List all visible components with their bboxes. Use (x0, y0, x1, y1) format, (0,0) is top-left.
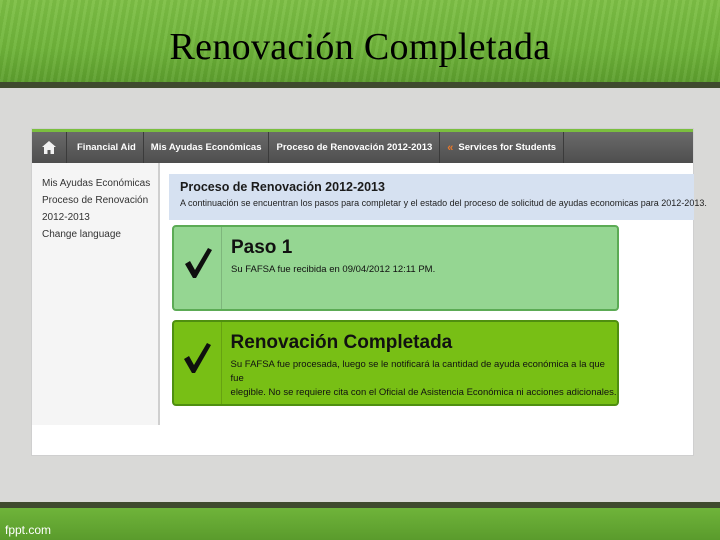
sidebar-item-mis-ayudas[interactable]: Mis Ayudas Económicas (42, 175, 158, 192)
screenshot-frame: Financial Aid Mis Ayudas Económicas Proc… (31, 128, 707, 456)
nav-item-label: Services for Students (458, 142, 557, 153)
top-navbar: Financial Aid Mis Ayudas Económicas Proc… (32, 129, 693, 163)
step-text-line: elegible. No se requiere cita con el Ofi… (230, 387, 617, 398)
step-title: Paso 1 (231, 237, 293, 258)
slide-title-band: Renovación Completada (0, 0, 720, 88)
nav-item-financial-aid[interactable]: Financial Aid (67, 132, 144, 163)
nav-item-services-for-students[interactable]: « Services for Students (440, 132, 565, 163)
page-title: Proceso de Renovación 2012-2013 (180, 180, 385, 194)
double-chevron-left-icon: « (447, 141, 454, 154)
fppt-watermark: fppt.com (5, 523, 52, 537)
nav-item-mis-ayudas[interactable]: Mis Ayudas Económicas (144, 132, 270, 163)
checkmark-icon (184, 343, 212, 373)
step-body: Paso 1 Su FAFSA fue recibida en 09/04/20… (222, 227, 435, 309)
step-title: Renovación Completada (230, 332, 453, 353)
nav-item-proceso-renovacion[interactable]: Proceso de Renovación 2012-2013 (269, 132, 441, 163)
home-icon (42, 141, 56, 154)
nav-home-button[interactable] (32, 132, 67, 163)
content-header: Proceso de Renovación 2012-2013 A contin… (169, 174, 707, 220)
check-cell (174, 322, 222, 404)
step-card-paso-1: Paso 1 Su FAFSA fue recibida en 09/04/20… (172, 225, 619, 311)
sidebar-item-proceso-year[interactable]: 2012-2013 (42, 209, 158, 226)
step-text: Su FAFSA fue recibida en 09/04/2012 12:1… (231, 263, 435, 277)
page-subtitle: A continuación se encuentran los pasos p… (180, 198, 707, 208)
sidebar-item-proceso-renovacion[interactable]: Proceso de Renovación (42, 192, 158, 209)
step-text: Su FAFSA fue procesada, luego se le noti… (231, 358, 617, 400)
step-body: Renovación Completada Su FAFSA fue proce… (222, 322, 617, 404)
sidebar-item-change-language[interactable]: Change language (42, 226, 158, 243)
step-text-line: Su FAFSA fue recibida en 09/04/2012 12:1… (231, 264, 436, 275)
step-text-line: Su FAFSA fue procesada, luego se le noti… (230, 359, 605, 384)
checkmark-icon (184, 248, 212, 278)
sidebar: Mis Ayudas Económicas Proceso de Renovac… (32, 163, 160, 425)
step-card-renovacion-completada: Renovación Completada Su FAFSA fue proce… (172, 320, 619, 406)
slide-bottom-band (0, 502, 720, 540)
slide-title: Renovación Completada (169, 26, 551, 68)
check-cell (174, 227, 222, 309)
